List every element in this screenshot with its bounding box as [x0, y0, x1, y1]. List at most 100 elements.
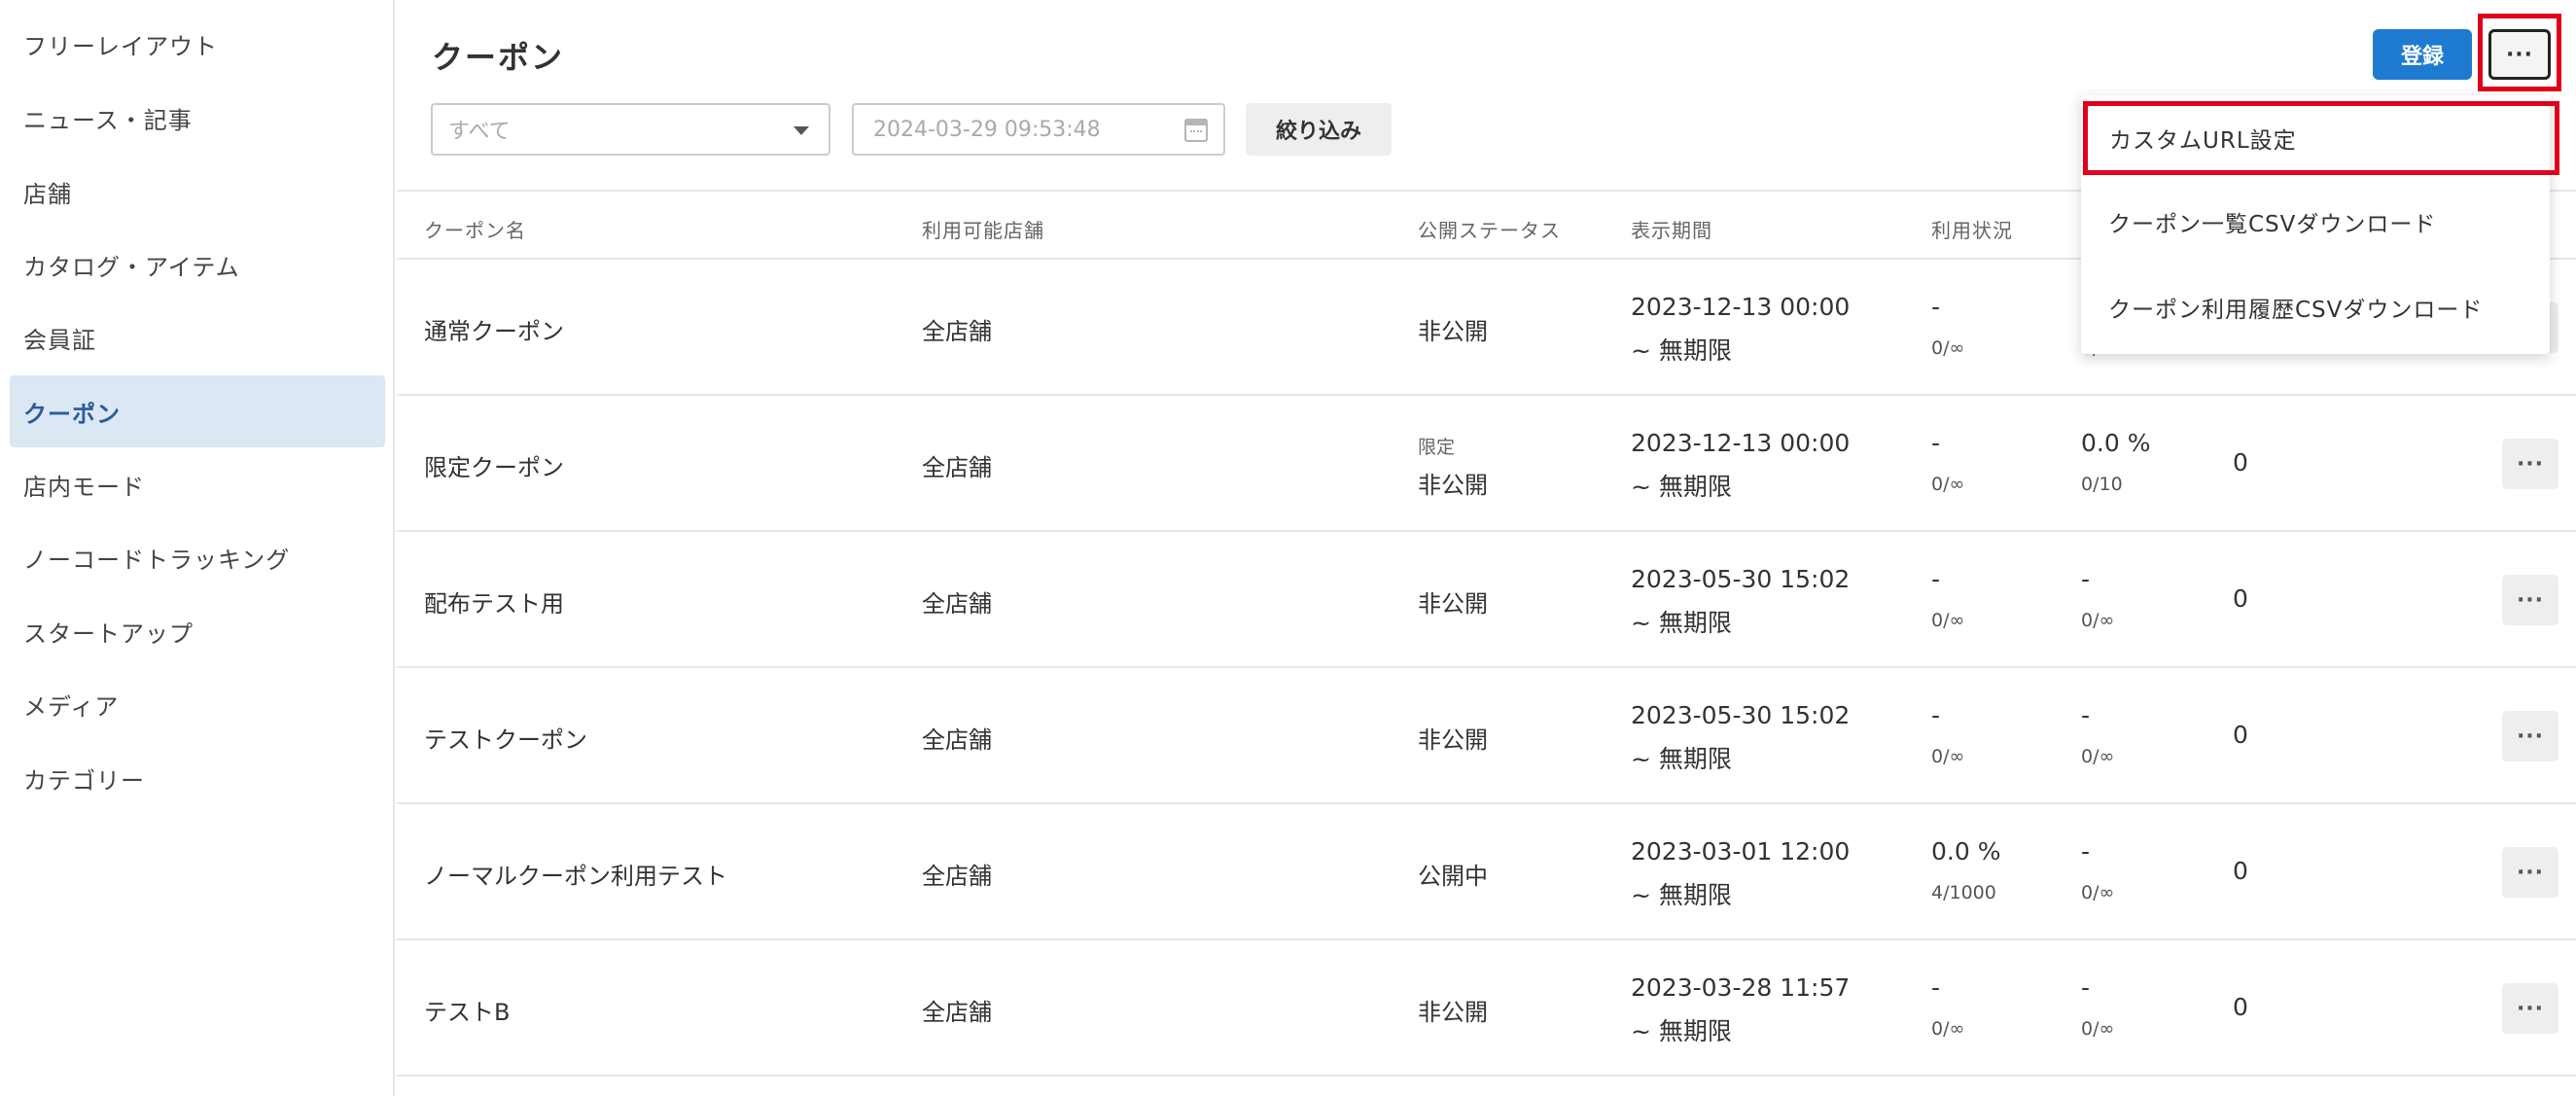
- ellipsis-icon: ···: [2505, 42, 2534, 67]
- coupon-usage-count: 0/∞: [1931, 610, 1965, 631]
- coupon-name[interactable]: ノーマルクーポン利用テスト: [424, 857, 727, 891]
- coupon-period-end: ~ 無期限: [1631, 473, 1732, 501]
- ellipsis-icon: ···: [2516, 860, 2545, 885]
- sidebar-item-startup[interactable]: スタートアップ: [10, 595, 385, 667]
- sidebar-item-media[interactable]: メディア: [10, 668, 385, 740]
- sidebar-item-news[interactable]: ニュース・記事: [10, 82, 385, 154]
- coupon-store: 全店舗: [922, 863, 992, 890]
- sidebar-item-label: 会員証: [23, 326, 96, 354]
- status-select[interactable]: すべて: [431, 103, 830, 156]
- ellipsis-icon: ···: [2516, 724, 2545, 749]
- menu-item-coupon-history-csv[interactable]: クーポン利用履歴CSVダウンロード: [2081, 270, 2550, 344]
- coupon-name[interactable]: 通常クーポン: [424, 312, 564, 346]
- sidebar: フリーレイアウト ニュース・記事 店舗 カタログ・アイテム 会員証 クーポン 店…: [0, 0, 395, 1096]
- sidebar-item-label: ノーコードトラッキング: [23, 546, 291, 574]
- coupon-status: 非公開: [1418, 999, 1488, 1026]
- coupon-period-end: ~ 無期限: [1631, 336, 1732, 365]
- coupon-usage: -: [1931, 565, 1941, 593]
- date-input-value: 2024-03-29 09:53:48: [873, 117, 1101, 142]
- coupon-rate: 0.0 %: [2081, 429, 2151, 457]
- row-more-button[interactable]: ···: [2502, 847, 2558, 898]
- column-header-status[interactable]: 公開ステータス: [1418, 215, 1561, 243]
- chevron-down-icon: [794, 126, 809, 135]
- coupon-usage: -: [1931, 973, 1941, 1002]
- coupon-period-start: 2023-03-28 11:57: [1631, 973, 1851, 1002]
- coupon-usage-count: 0/∞: [1931, 1018, 1965, 1040]
- more-options-menu: カスタムURL設定 クーポン一覧CSVダウンロード クーポン利用履歴CSVダウン…: [2081, 95, 2559, 354]
- filter-button[interactable]: 絞り込み: [1246, 103, 1392, 156]
- coupon-count: 0: [2233, 584, 2248, 613]
- sidebar-item-category[interactable]: カテゴリー: [10, 742, 385, 814]
- row-more-button[interactable]: ···: [2502, 439, 2558, 489]
- column-header-usage[interactable]: 利用状況: [1931, 215, 2013, 243]
- coupon-rate: -: [2081, 837, 2091, 866]
- coupon-name[interactable]: 配布テスト用: [424, 584, 564, 619]
- table-row[interactable]: 配布テスト用 全店舗 非公開 2023-05-30 15:02 ~ 無期限 - …: [397, 532, 2576, 668]
- coupon-usage-count: 0/∞: [1931, 337, 1965, 359]
- sidebar-item-membership[interactable]: 会員証: [10, 301, 385, 373]
- menu-item-label: クーポン一覧CSVダウンロード: [2108, 212, 2437, 237]
- status-select-value: すべて: [448, 120, 511, 144]
- sidebar-item-label: クーポン: [23, 400, 121, 428]
- sidebar-item-label: スタートアップ: [23, 619, 194, 648]
- sidebar-item-label: カタログ・アイテム: [23, 253, 240, 281]
- coupon-store: 全店舗: [922, 454, 992, 481]
- column-header-period[interactable]: 表示期間: [1631, 215, 1712, 243]
- coupon-count: 0: [2233, 993, 2248, 1021]
- sidebar-item-label: 店舗: [23, 180, 72, 208]
- calendar-icon[interactable]: [1184, 119, 1208, 142]
- row-more-button[interactable]: ···: [2502, 575, 2558, 625]
- sidebar-item-label: 店内モード: [23, 473, 145, 501]
- coupon-rate: -: [2081, 973, 2091, 1002]
- coupon-status-tag: 限定: [1418, 437, 1456, 458]
- coupon-store: 全店舗: [922, 590, 992, 618]
- ellipsis-icon: ···: [2516, 996, 2545, 1021]
- row-more-button[interactable]: ···: [2502, 711, 2558, 761]
- sidebar-item-free-layout[interactable]: フリーレイアウト: [10, 8, 385, 80]
- sidebar-item-nocode-tracking[interactable]: ノーコードトラッキング: [10, 521, 385, 593]
- coupon-store: 全店舗: [922, 318, 992, 345]
- coupon-status: 非公開: [1418, 726, 1488, 754]
- table-row[interactable]: 限定クーポン 全店舗 限定 非公開 2023-12-13 00:00 ~ 無期限…: [397, 396, 2576, 532]
- column-header-store[interactable]: 利用可能店舗: [922, 215, 1044, 243]
- coupon-rate: -: [2081, 565, 2091, 593]
- menu-item-coupon-list-csv[interactable]: クーポン一覧CSVダウンロード: [2081, 185, 2550, 259]
- column-header-name[interactable]: クーポン名: [424, 215, 526, 243]
- register-button[interactable]: 登録: [2373, 29, 2472, 80]
- table-row[interactable]: テストクーポン 全店舗 非公開 2023-05-30 15:02 ~ 無期限 -…: [397, 668, 2576, 804]
- coupon-name[interactable]: テストクーポン: [424, 721, 587, 755]
- coupon-rate: -: [2081, 701, 2091, 729]
- coupon-usage: -: [1931, 293, 1941, 321]
- coupon-status: 公開中: [1418, 863, 1488, 890]
- coupon-name[interactable]: 限定クーポン: [424, 448, 564, 482]
- table-row[interactable]: テストB 全店舗 非公開 2023-03-28 11:57 ~ 無期限 - 0/…: [397, 940, 2576, 1077]
- coupon-status: 非公開: [1418, 318, 1488, 345]
- coupon-store: 全店舗: [922, 999, 992, 1026]
- menu-item-label: クーポン利用履歴CSVダウンロード: [2108, 298, 2484, 323]
- coupon-store: 全店舗: [922, 726, 992, 754]
- menu-item-custom-url[interactable]: カスタムURL設定: [2083, 101, 2559, 175]
- sidebar-item-in-store-mode[interactable]: 店内モード: [10, 448, 385, 520]
- date-input[interactable]: 2024-03-29 09:53:48: [852, 103, 1225, 156]
- coupon-period-end: ~ 無期限: [1631, 609, 1732, 637]
- coupon-period-end: ~ 無期限: [1631, 881, 1732, 909]
- coupon-status: 非公開: [1418, 472, 1488, 499]
- coupon-usage: -: [1931, 429, 1941, 457]
- coupon-rate-count: 0/∞: [2081, 1018, 2115, 1040]
- sidebar-item-stores[interactable]: 店舗: [10, 156, 385, 228]
- coupon-usage-count: 0/∞: [1931, 474, 1965, 495]
- coupon-status: 非公開: [1418, 590, 1488, 618]
- coupon-period-start: 2023-05-30 15:02: [1631, 701, 1851, 729]
- sidebar-item-catalog[interactable]: カタログ・アイテム: [10, 229, 385, 301]
- table-row[interactable]: ノーマルクーポン利用テスト 全店舗 公開中 2023-03-01 12:00 ~…: [397, 804, 2576, 940]
- sidebar-item-coupon[interactable]: クーポン: [10, 375, 385, 447]
- more-options-button[interactable]: ···: [2488, 29, 2551, 80]
- coupon-rate-count: 0/∞: [2081, 882, 2115, 903]
- coupon-period-end: ~ 無期限: [1631, 1017, 1732, 1045]
- coupon-period-end: ~ 無期限: [1631, 745, 1732, 773]
- row-more-button[interactable]: ···: [2502, 983, 2558, 1034]
- coupon-period-start: 2023-03-01 12:00: [1631, 837, 1851, 866]
- coupon-usage: -: [1931, 701, 1941, 729]
- coupon-name[interactable]: テストB: [424, 993, 510, 1027]
- coupon-period-start: 2023-05-30 15:02: [1631, 565, 1851, 593]
